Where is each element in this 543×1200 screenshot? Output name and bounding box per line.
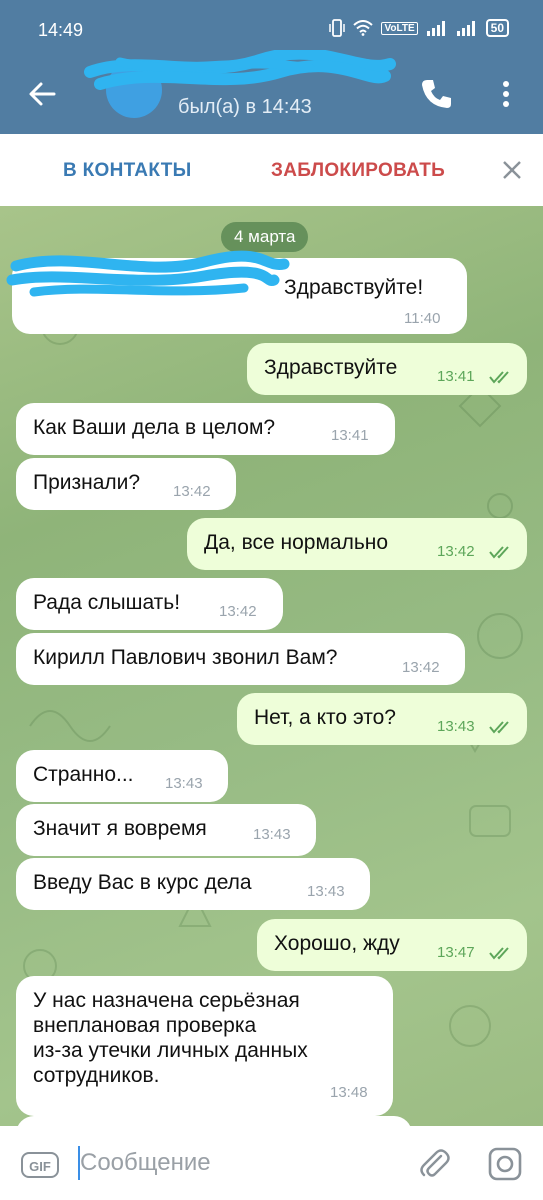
message-text: Рада слышать! [33, 591, 181, 614]
read-checkmarks-icon [489, 721, 509, 734]
signal-2-icon [456, 21, 475, 36]
message-bubble-outgoing[interactable]: Здравствуйте 13:41 [247, 343, 527, 395]
message-text: Признали? [33, 471, 141, 494]
message-input[interactable] [80, 1144, 390, 1182]
message-bubble-incoming[interactable]: Рада слышать! 13:42 [16, 578, 283, 630]
phone-icon[interactable] [416, 74, 456, 114]
message-text: Странно... [33, 763, 134, 786]
close-icon[interactable] [500, 158, 524, 182]
battery-indicator: 50 [485, 19, 509, 37]
status-icons: VoLTE 50 [329, 19, 509, 37]
message-time: 13:43 [165, 775, 203, 792]
message-bubble-incoming[interactable] [16, 1116, 412, 1126]
message-bubble-incoming[interactable]: Как Ваши дела в целом? 13:41 [16, 403, 395, 455]
camera-icon[interactable] [487, 1146, 523, 1182]
message-time: 13:48 [330, 1084, 368, 1101]
wifi-icon [353, 20, 374, 36]
chat-area[interactable]: 4 марта Здравствуйте! 11:40 Здравствуйте… [0, 206, 543, 1126]
message-line: сотрудников. [33, 1064, 160, 1087]
attach-paperclip-icon[interactable] [416, 1146, 452, 1182]
add-to-contacts-button[interactable]: В КОНТАКТЫ [63, 160, 192, 182]
message-text-multiline: У нас назначена серьёзная внеплановая пр… [33, 988, 308, 1088]
redaction-scribble [6, 250, 290, 297]
message-bubble-incoming[interactable]: Странно... 13:43 [16, 750, 228, 802]
message-time: 13:42 [402, 659, 440, 676]
block-user-button[interactable]: ЗАБЛОКИРОВАТЬ [271, 160, 445, 182]
message-time: 13:41 [437, 368, 475, 385]
message-line: У нас назначена серьёзная [33, 989, 300, 1012]
message-text: Как Ваши дела в целом? [33, 416, 276, 439]
message-time: 13:43 [307, 883, 345, 900]
volte-label: VoLTE [381, 21, 418, 35]
vibrate-icon [329, 19, 346, 37]
message-bubble-incoming[interactable]: Введу Вас в курс дела 13:43 [16, 858, 370, 910]
message-text: Здравствуйте! [284, 276, 424, 299]
message-input-bar: GIF [0, 1126, 543, 1200]
message-time: 13:43 [253, 826, 291, 843]
message-bubble-incoming[interactable]: Кирилл Павлович звонил Вам? 13:42 [16, 633, 465, 685]
read-checkmarks-icon [489, 947, 509, 960]
read-checkmarks-icon [489, 546, 509, 559]
message-time: 13:43 [437, 718, 475, 735]
message-text: Введу Вас в курс дела [33, 871, 252, 894]
message-text: Здравствуйте [264, 356, 398, 379]
message-time: 13:42 [219, 603, 257, 620]
message-text: Значит я вовремя [33, 817, 207, 840]
message-time: 13:47 [437, 944, 475, 961]
message-line: из-за утечки личных данных [33, 1039, 308, 1062]
signal-icon [426, 21, 445, 36]
status-time: 14:49 [38, 20, 84, 40]
action-bar: В КОНТАКТЫ ЗАБЛОКИРОВАТЬ [0, 134, 543, 207]
last-seen-status: был(а) в 14:43 [178, 96, 312, 118]
message-bubble-outgoing[interactable]: Нет, а кто это? 13:43 [237, 693, 527, 745]
back-arrow-icon[interactable] [24, 74, 64, 114]
message-bubble-outgoing[interactable]: Да, все нормально 13:42 [187, 518, 527, 570]
message-time: 13:41 [331, 427, 369, 444]
message-bubble-incoming[interactable]: Значит я вовремя 13:43 [16, 804, 316, 856]
message-text: Да, все нормально [204, 531, 389, 554]
message-bubble-incoming[interactable]: У нас назначена серьёзная внеплановая пр… [16, 976, 393, 1116]
message-bubble-incoming[interactable]: Признали? 13:42 [16, 458, 236, 510]
message-bubble-outgoing[interactable]: Хорошо, жду 13:47 [257, 919, 527, 971]
chat-header: был(а) в 14:43 [0, 50, 543, 134]
message-text: Хорошо, жду [274, 932, 400, 955]
message-time: 13:42 [437, 543, 475, 560]
message-time: 13:42 [173, 483, 211, 500]
redaction-scribble [84, 50, 396, 90]
read-checkmarks-icon [489, 371, 509, 384]
message-bubble-incoming[interactable]: Здравствуйте! 11:40 [6, 250, 467, 334]
message-line: внеплановая проверка [33, 1014, 257, 1037]
message-text: Кирилл Павлович звонил Вам? [33, 646, 338, 669]
message-text: Нет, а кто это? [254, 706, 396, 729]
message-time: 11:40 [404, 310, 441, 327]
gif-button[interactable]: GIF [21, 1152, 59, 1178]
more-vert-icon[interactable] [494, 74, 518, 114]
